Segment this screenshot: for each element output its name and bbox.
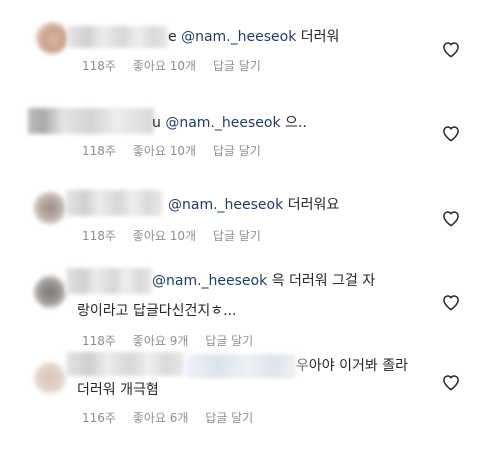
comment-text: e @nam._heeseok 더러워: [168, 28, 339, 46]
blurred-username[interactable]: [66, 190, 162, 216]
heart-outline-icon: [443, 126, 459, 142]
comment-text: 우아야 이거봐 졸라: [296, 357, 408, 375]
blurred-username[interactable]: [28, 108, 154, 134]
comments-list: e @nam._heeseok 더러워 118주 좋아요 10개 답글 달기 u…: [0, 0, 480, 450]
reply-button[interactable]: 답글 달기: [205, 334, 253, 348]
comment-text: @nam._heeseok 더러워요: [168, 196, 339, 214]
comment-body-prefix: 우: [296, 358, 309, 374]
blurred-username[interactable]: [66, 352, 184, 376]
comment-body: 윽 더러워 그걸 자: [271, 273, 376, 289]
like-button[interactable]: [442, 41, 460, 58]
comment-time[interactable]: 118주: [82, 59, 116, 73]
comment-body: 아야 이거봐 졸라: [308, 358, 408, 374]
comment-likes[interactable]: 좋아요 10개: [133, 144, 196, 158]
comment-meta: 118주 좋아요 10개 답글 달기: [82, 229, 261, 243]
avatar[interactable]: [34, 362, 66, 394]
avatar[interactable]: [36, 22, 68, 54]
heart-outline-icon: [443, 375, 459, 391]
avatar[interactable]: [34, 192, 66, 224]
reply-button[interactable]: 답글 달기: [213, 59, 261, 73]
comment-time[interactable]: 118주: [82, 334, 116, 348]
comment-text: @nam._heeseok 윽 더러워 그걸 자: [152, 272, 375, 290]
heart-outline-icon: [443, 211, 459, 227]
comment-body: 더러워요: [287, 197, 340, 213]
comment-meta: 118주 좋아요 10개 답글 달기: [82, 144, 261, 158]
comment-body-line2: 랑이라고 답글다신건지ㅎ...: [77, 303, 237, 319]
comment-meta: 116주 좋아요 6개 답글 달기: [82, 411, 253, 425]
comment-time[interactable]: 118주: [82, 229, 116, 243]
mention-link[interactable]: @nam._heeseok: [165, 115, 280, 131]
comment-likes[interactable]: 좋아요 6개: [133, 411, 189, 425]
heart-outline-icon: [443, 295, 459, 311]
username-tail[interactable]: e: [168, 29, 177, 45]
like-button[interactable]: [442, 125, 460, 142]
comment-time[interactable]: 118주: [82, 144, 116, 158]
blurred-mention[interactable]: [186, 354, 296, 378]
comment-time[interactable]: 116주: [82, 411, 116, 425]
like-button[interactable]: [442, 374, 460, 391]
reply-button[interactable]: 답글 달기: [213, 229, 261, 243]
comment-body-line2: 더러워 개극혐: [77, 382, 159, 398]
reply-button[interactable]: 답글 달기: [205, 411, 253, 425]
comment-meta: 118주 좋아요 10개 답글 달기: [82, 59, 261, 73]
mention-link[interactable]: @nam._heeseok: [168, 197, 283, 213]
comment-meta: 118주 좋아요 9개 답글 달기: [82, 334, 253, 348]
username-tail[interactable]: u: [152, 115, 161, 131]
blurred-username[interactable]: [68, 26, 168, 48]
heart-outline-icon: [443, 42, 459, 58]
comment-likes[interactable]: 좋아요 9개: [133, 334, 189, 348]
comment-body: 으..: [285, 115, 307, 131]
comment-likes[interactable]: 좋아요 10개: [133, 229, 196, 243]
avatar[interactable]: [34, 276, 66, 308]
comment-likes[interactable]: 좋아요 10개: [133, 59, 196, 73]
mention-link[interactable]: @nam._heeseok: [152, 273, 267, 289]
blurred-username[interactable]: [66, 268, 152, 294]
comment-text: u @nam._heeseok 으..: [152, 114, 307, 132]
comment-body: 더러워: [300, 29, 340, 45]
reply-button[interactable]: 답글 달기: [213, 144, 261, 158]
mention-link[interactable]: @nam._heeseok: [181, 29, 296, 45]
like-button[interactable]: [442, 210, 460, 227]
like-button[interactable]: [442, 294, 460, 311]
